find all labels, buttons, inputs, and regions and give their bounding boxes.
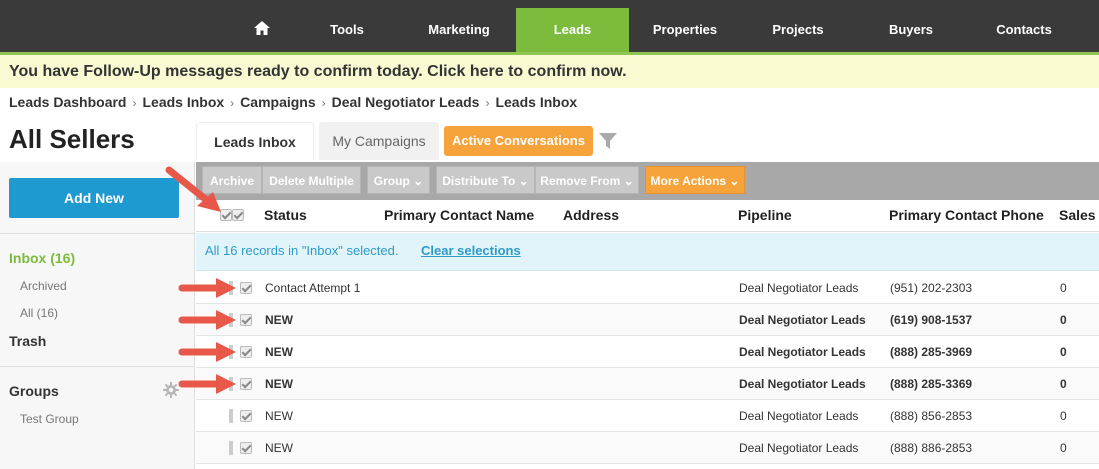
more-actions-dropdown[interactable]: More Actions ⌄ <box>645 166 745 194</box>
row-checkbox[interactable] <box>240 346 252 358</box>
row-sales: 0 <box>1060 313 1067 327</box>
nav-buyers[interactable]: Buyers <box>866 8 956 52</box>
breadcrumb-separator: › <box>485 96 490 110</box>
row-status: NEW <box>265 409 293 423</box>
drag-handle[interactable] <box>229 409 233 423</box>
row-checkbox[interactable] <box>240 410 252 422</box>
sidebar-item-all[interactable]: All (16) <box>20 306 58 320</box>
breadcrumb-campaigns[interactable]: Campaigns <box>240 94 315 110</box>
nav-projects[interactable]: Projects <box>752 8 844 52</box>
annotation-arrow <box>178 342 236 362</box>
row-pipeline: Deal Negotiator Leads <box>739 313 866 327</box>
gear-icon[interactable] <box>163 382 179 398</box>
row-phone: (888) 285-3969 <box>890 345 973 359</box>
sidebar-item-trash[interactable]: Trash <box>9 333 46 349</box>
row-phone: (888) 886-2853 <box>890 441 973 455</box>
row-phone: (888) 856-2853 <box>890 409 973 423</box>
row-checkbox[interactable] <box>240 378 252 390</box>
row-pipeline: Deal Negotiator Leads <box>739 441 859 455</box>
top-nav: Tools Marketing Leads Properties Project… <box>0 0 1099 52</box>
row-pipeline: Deal Negotiator Leads <box>739 345 866 359</box>
home-icon[interactable] <box>254 21 270 35</box>
breadcrumb-leads-inbox[interactable]: Leads Inbox <box>142 94 224 110</box>
nav-properties[interactable]: Properties <box>640 8 730 52</box>
sidebar-item-archived[interactable]: Archived <box>20 279 67 293</box>
nav-contacts[interactable]: Contacts <box>980 8 1068 52</box>
row-sales: 0 <box>1060 441 1067 455</box>
sidebar-divider <box>0 233 194 234</box>
breadcrumb-separator: › <box>230 96 235 110</box>
row-status: NEW <box>265 313 293 327</box>
row-sales: 0 <box>1060 345 1067 359</box>
row-checkbox[interactable] <box>240 442 252 454</box>
annotation-arrow <box>178 278 236 298</box>
column-header-sales[interactable]: Sales <box>1059 207 1096 223</box>
breadcrumb-separator: › <box>321 96 326 110</box>
drag-handle[interactable] <box>229 441 233 455</box>
column-header-pipeline[interactable]: Pipeline <box>738 207 792 223</box>
tab-my-campaigns[interactable]: My Campaigns <box>319 122 439 160</box>
row-sales: 0 <box>1060 281 1067 295</box>
annotation-arrow <box>178 374 236 394</box>
row-status: Contact Attempt 1 <box>265 281 361 295</box>
breadcrumb: Leads Dashboard › Leads Inbox › Campaigns › De… <box>9 91 577 113</box>
breadcrumb-separator: › <box>132 96 137 110</box>
sidebar-groups-heading: Groups <box>9 383 59 399</box>
column-header-phone[interactable]: Primary Contact Phone <box>889 207 1044 223</box>
row-pipeline: Deal Negotiator Leads <box>739 281 859 295</box>
remove-from-dropdown[interactable]: Remove From ⌄ <box>535 166 639 194</box>
breadcrumb-deal-negotiator[interactable]: Deal Negotiator Leads <box>332 94 480 110</box>
row-status: NEW <box>265 441 293 455</box>
row-pipeline: Deal Negotiator Leads <box>739 377 866 391</box>
column-header-status[interactable]: Status <box>264 207 307 223</box>
delete-multiple-button[interactable]: Delete Multiple <box>262 166 361 194</box>
breadcrumb-leads-dashboard[interactable]: Leads Dashboard <box>9 94 126 110</box>
group-dropdown[interactable]: Group ⌄ <box>367 166 430 194</box>
row-checkbox[interactable] <box>240 282 252 294</box>
filter-icon[interactable] <box>599 133 617 149</box>
row-phone: (888) 285-3369 <box>890 377 973 391</box>
annotation-arrow <box>178 310 236 330</box>
row-pipeline: Deal Negotiator Leads <box>739 409 859 423</box>
sidebar-divider <box>0 366 194 367</box>
tab-active-conversations[interactable]: Active Conversations <box>444 126 593 156</box>
selection-text: All 16 records in "Inbox" selected. <box>205 243 399 258</box>
row-status: NEW <box>265 377 293 391</box>
sidebar-item-inbox[interactable]: Inbox (16) <box>9 250 75 266</box>
row-phone: (619) 908-1537 <box>890 313 973 327</box>
row-sales: 0 <box>1060 409 1067 423</box>
nav-marketing[interactable]: Marketing <box>414 8 504 52</box>
page-title: All Sellers <box>9 124 135 154</box>
row-checkbox[interactable] <box>240 314 252 326</box>
row-status: NEW <box>265 345 293 359</box>
row-phone: (951) 202-2303 <box>890 281 973 295</box>
column-header-address[interactable]: Address <box>563 207 619 223</box>
breadcrumb-current: Leads Inbox <box>495 94 578 110</box>
annotation-arrow <box>165 166 221 212</box>
followup-banner[interactable]: You have Follow-Up messages ready to con… <box>0 52 1099 88</box>
nav-tools[interactable]: Tools <box>305 8 389 52</box>
select-all-checkbox-dropdown[interactable] <box>232 209 244 221</box>
add-new-button[interactable]: Add New <box>9 178 179 218</box>
row-sales: 0 <box>1060 377 1067 391</box>
column-header-contact-name[interactable]: Primary Contact Name <box>384 207 534 223</box>
tab-leads-inbox[interactable]: Leads Inbox <box>196 122 314 160</box>
nav-leads[interactable]: Leads <box>516 8 629 52</box>
distribute-to-dropdown[interactable]: Distribute To ⌄ <box>436 166 535 194</box>
sidebar-item-test-group[interactable]: Test Group <box>20 412 79 426</box>
clear-selections-link[interactable]: Clear selections <box>421 243 521 258</box>
